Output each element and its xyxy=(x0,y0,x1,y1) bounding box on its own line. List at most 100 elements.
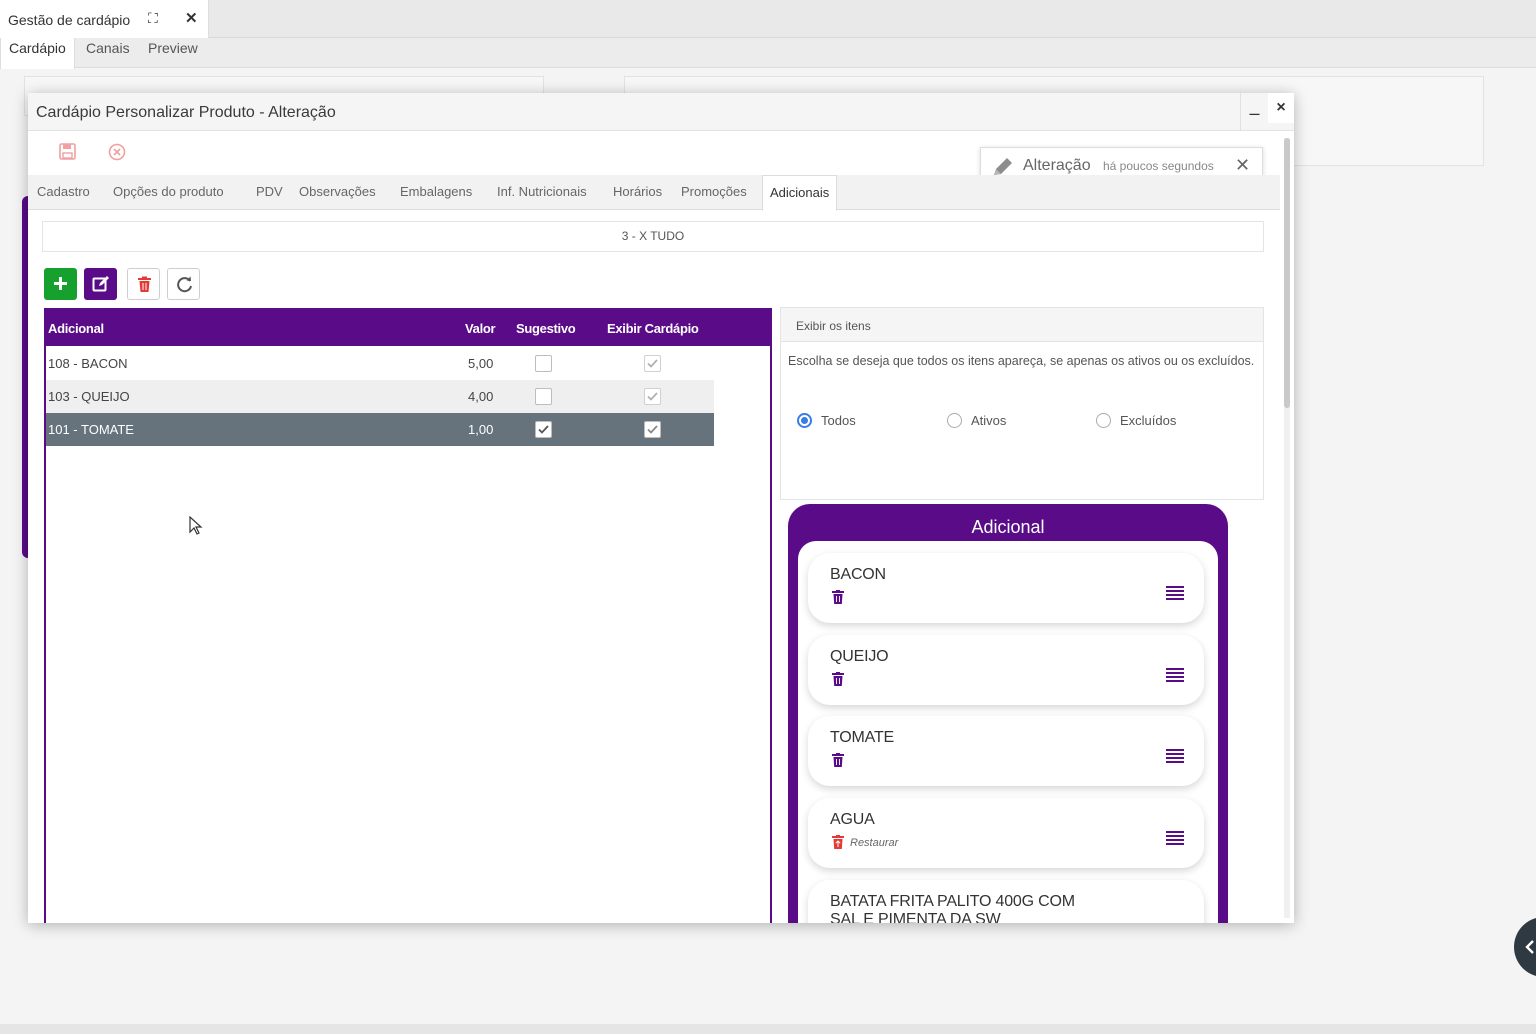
restore-link[interactable]: Restaurar xyxy=(850,837,898,849)
filter-panel: Exibir os itens Escolha se deseja que to… xyxy=(780,307,1264,500)
filter-description: Escolha se deseja que todos os itens apa… xyxy=(788,354,1255,368)
product-modal: Cardápio Personalizar Produto - Alteraçã… xyxy=(28,93,1294,923)
notification-close-icon[interactable]: ✕ xyxy=(1235,155,1250,176)
preview-item-name: BATATA FRITA PALITO 400G COM SAL E PIMEN… xyxy=(830,893,1075,923)
trash-icon[interactable] xyxy=(832,672,844,686)
tab-inf-nutricionais[interactable]: Inf. Nutricionais xyxy=(497,175,587,210)
exibir-checkbox[interactable] xyxy=(644,355,661,372)
drag-handle-icon[interactable] xyxy=(1166,748,1184,764)
radio-label: Excluídos xyxy=(1120,413,1177,428)
drag-handle-icon[interactable] xyxy=(1166,585,1184,601)
save-icon[interactable] xyxy=(58,143,78,161)
minimize-button[interactable]: – xyxy=(1240,93,1268,131)
tab-embalagens[interactable]: Embalagens xyxy=(400,175,472,210)
radio-button[interactable] xyxy=(1096,413,1111,428)
cell-adicional: 101 - TOMATE xyxy=(48,422,134,437)
cell-adicional: 103 - QUEIJO xyxy=(48,389,130,404)
column-header-adicional[interactable]: Adicional xyxy=(48,321,104,336)
check-icon xyxy=(538,425,549,434)
column-header-sugestivo[interactable]: Sugestivo xyxy=(516,321,576,336)
tab-pdv[interactable]: PDV xyxy=(256,175,283,210)
tab-preview[interactable]: Preview xyxy=(140,38,206,68)
menu-preview: Adicional BACON QUEIJO TOMATE AGUA Resta… xyxy=(788,504,1228,923)
sugestivo-checkbox[interactable] xyxy=(535,355,552,372)
tab-canais[interactable]: Canais xyxy=(78,38,138,68)
cell-adicional: 108 - BACON xyxy=(48,356,128,371)
radio-label: Todos xyxy=(821,413,856,428)
tab-adicionais[interactable]: Adicionais xyxy=(762,175,838,211)
column-header-valor[interactable]: Valor xyxy=(465,321,496,336)
preview-body: BACON QUEIJO TOMATE AGUA Restaurar BATAT… xyxy=(798,541,1218,923)
trash-icon[interactable] xyxy=(832,753,844,767)
tab-opcoes-produto[interactable]: Opções do produto xyxy=(113,175,224,210)
refresh-icon xyxy=(177,276,192,293)
exibir-checkbox[interactable] xyxy=(644,421,661,438)
column-header-exibir-cardapio[interactable]: Exibir Cardápio xyxy=(607,321,699,336)
edit-icon xyxy=(92,276,109,292)
table-row[interactable]: 108 - BACON 5,00 xyxy=(46,347,714,380)
preview-item[interactable]: BACON xyxy=(808,553,1204,623)
drag-handle-icon[interactable] xyxy=(1166,830,1184,846)
grid-header: Adicional Valor Sugestivo Exibir Cardápi… xyxy=(46,308,772,346)
cell-valor: 5,00 xyxy=(468,356,494,371)
check-icon xyxy=(647,359,658,368)
radio-button[interactable] xyxy=(797,413,812,428)
modal-header: Cardápio Personalizar Produto - Alteraçã… xyxy=(28,93,1294,131)
filter-header: Exibir os itens xyxy=(781,308,1263,342)
modal-scrollbar[interactable] xyxy=(1284,138,1290,918)
add-button[interactable] xyxy=(44,268,77,300)
preview-item-name: TOMATE xyxy=(830,729,894,746)
preview-item[interactable]: QUEIJO xyxy=(808,635,1204,705)
table-row[interactable]: 103 - QUEIJO 4,00 xyxy=(46,380,714,413)
preview-item-deleted[interactable]: AGUA Restaurar xyxy=(808,798,1204,868)
edit-button[interactable] xyxy=(84,268,117,300)
cell-valor: 4,00 xyxy=(468,389,494,404)
table-row-selected[interactable]: 101 - TOMATE 1,00 xyxy=(46,413,714,446)
preview-item-name: BACON xyxy=(830,566,886,583)
tab-observacoes[interactable]: Observações xyxy=(299,175,376,210)
preview-item[interactable]: BATATA FRITA PALITO 400G COM SAL E PIMEN… xyxy=(808,880,1204,923)
check-icon xyxy=(647,392,658,401)
delete-button[interactable] xyxy=(127,268,160,300)
notification-title: Alteração xyxy=(1023,157,1091,174)
filter-title: Exibir os itens xyxy=(796,319,871,333)
check-icon xyxy=(647,425,658,434)
cell-valor: 1,00 xyxy=(468,422,494,437)
scrollbar-thumb[interactable] xyxy=(1284,138,1290,408)
adicionais-grid: Adicional Valor Sugestivo Exibir Cardápi… xyxy=(44,308,772,923)
bottom-bar xyxy=(0,1024,1536,1034)
restore-trash-icon[interactable] xyxy=(832,835,844,849)
sugestivo-checkbox[interactable] xyxy=(535,388,552,405)
preview-item[interactable]: TOMATE xyxy=(808,716,1204,786)
radio-button[interactable] xyxy=(947,413,962,428)
notification-time: há poucos segundos xyxy=(1103,159,1214,173)
tab-cardapio[interactable]: Cardápio xyxy=(0,38,75,69)
product-tabs: Cadastro Opções do produto PDV Observaçõ… xyxy=(28,175,1280,211)
sugestivo-checkbox[interactable] xyxy=(535,421,552,438)
tab-horarios[interactable]: Horários xyxy=(613,175,662,210)
exibir-checkbox[interactable] xyxy=(644,388,661,405)
cancel-icon[interactable] xyxy=(108,143,128,161)
close-icon[interactable]: ✕ xyxy=(185,9,198,27)
trash-icon[interactable] xyxy=(832,590,844,604)
plus-icon xyxy=(54,277,67,290)
side-panel-toggle[interactable] xyxy=(1514,917,1536,977)
app-tab-gestao[interactable]: Gestão de cardápio ⛶ ✕ xyxy=(0,0,209,38)
product-banner: 3 - X TUDO xyxy=(42,221,1264,252)
app-tab-title: Gestão de cardápio xyxy=(8,12,131,28)
preview-title: Adicional xyxy=(971,517,1045,537)
modal-title: Cardápio Personalizar Produto - Alteraçã… xyxy=(36,104,336,121)
preview-item-name: QUEIJO xyxy=(830,648,889,665)
mouse-cursor-icon xyxy=(189,516,203,535)
chevron-left-icon xyxy=(1525,940,1534,954)
radio-label: Ativos xyxy=(971,413,1007,428)
tab-promocoes[interactable]: Promoções xyxy=(681,175,747,210)
trash-icon xyxy=(138,276,151,292)
refresh-button[interactable] xyxy=(167,268,200,300)
tab-cadastro[interactable]: Cadastro xyxy=(37,175,90,210)
modal-close-button[interactable]: × xyxy=(1268,93,1294,123)
preview-item-name: AGUA xyxy=(830,811,875,828)
sub-tab-bar: Cardápio Canais Preview xyxy=(0,38,1536,69)
drag-handle-icon[interactable] xyxy=(1166,667,1184,683)
expand-icon[interactable]: ⛶ xyxy=(148,10,158,27)
